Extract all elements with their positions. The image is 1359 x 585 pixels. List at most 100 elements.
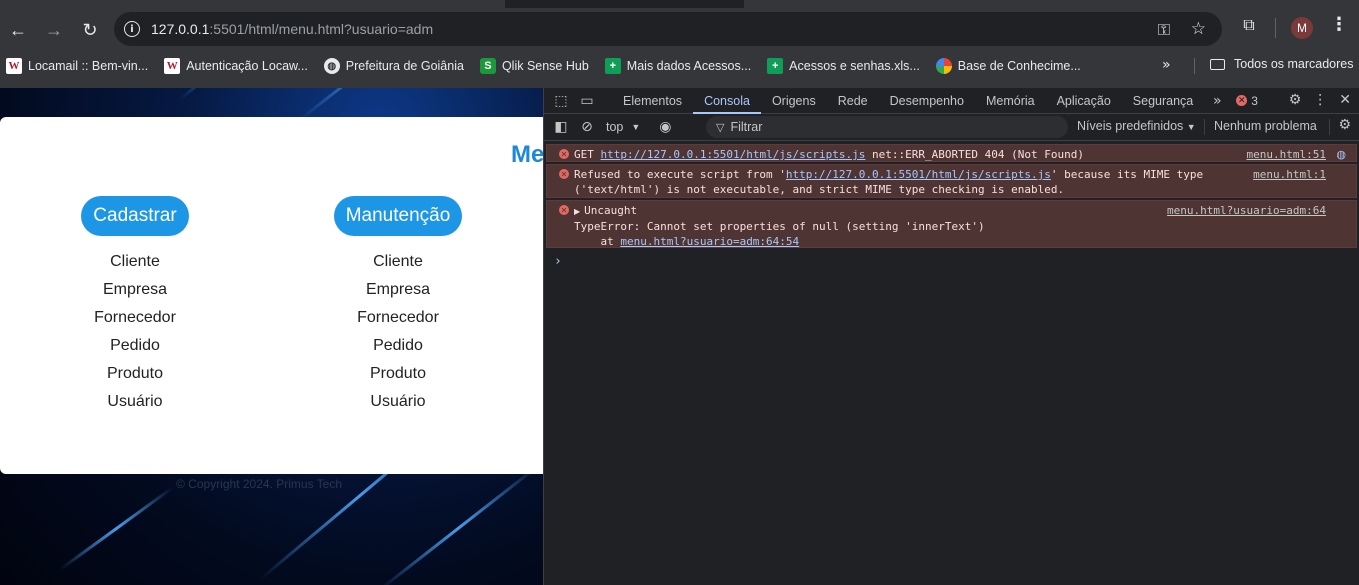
forward-button[interactable]: → <box>36 12 72 48</box>
expand-triangle-icon[interactable]: ▶ <box>574 207 580 216</box>
address-bar[interactable]: i 127.0.0.1:5501/html/menu.html?usuario=… <box>114 12 1222 46</box>
close-icon[interactable]: ✕ <box>1339 92 1351 108</box>
tab-rede[interactable]: Rede <box>827 88 879 114</box>
menu-link[interactable]: Usuário <box>35 388 235 416</box>
tab-memoria[interactable]: Memória <box>975 88 1046 114</box>
eye-icon[interactable]: ◉ <box>652 119 678 135</box>
more-tabs-icon[interactable]: » <box>1204 93 1230 109</box>
clear-console-icon[interactable]: ⊘ <box>574 119 600 135</box>
extensions-icon[interactable]: ⧉ <box>1236 12 1262 38</box>
menu-link[interactable]: Pedido <box>298 332 498 360</box>
error-counter[interactable]: ✕ 3 <box>1236 94 1258 108</box>
menu-link[interactable]: Cliente <box>35 248 235 276</box>
tab-seguranca[interactable]: Segurança <box>1122 88 1204 114</box>
filter-placeholder: Filtrar <box>730 120 763 134</box>
menu-link[interactable]: Empresa <box>298 276 498 304</box>
message-text: ('text/html') is not executable, and str… <box>574 183 1065 196</box>
bookmark-item[interactable]: + Acessos e senhas.xls... <box>767 58 920 74</box>
menu-link[interactable]: Pedido <box>35 332 235 360</box>
bookmark-item[interactable]: S Qlik Sense Hub <box>479 58 589 74</box>
cadastrar-button[interactable]: Cadastrar <box>81 196 189 236</box>
qlik-icon: S <box>479 58 496 74</box>
source-link[interactable]: menu.html:1 <box>1253 167 1326 182</box>
divider <box>1194 58 1195 74</box>
tab-origens[interactable]: Origens <box>761 88 827 114</box>
copyright-text: © Copyright 2024. Primus Tech <box>176 477 343 491</box>
all-bookmarks-button[interactable]: Todos os marcadores <box>1210 57 1354 71</box>
console-error-message: ✕ ▶ Uncaught TypeError: Cannot set proper… <box>546 200 1357 248</box>
bookmark-star-icon[interactable]: ☆ <box>1191 19 1206 39</box>
stack-link[interactable]: menu.html?usuario=adm:64:54 <box>620 235 799 248</box>
message-text: ' because its MIME type <box>1050 168 1204 181</box>
divider <box>1275 18 1276 38</box>
message-text: net::ERR_ABORTED 404 (Not Found) <box>865 148 1084 161</box>
back-button[interactable]: ← <box>0 12 36 48</box>
chevron-double-right-icon[interactable]: » <box>1162 57 1171 73</box>
console-toolbar: ◧ ⊘ top ▼ ◉ ▽ Filtrar Níveis predefinidos … <box>544 114 1359 141</box>
reload-button[interactable]: ↻ <box>72 12 108 48</box>
console-prompt[interactable]: › <box>554 254 1359 269</box>
error-count: 3 <box>1251 93 1258 108</box>
bookmark-item[interactable]: W Locamail :: Bem-vin... <box>6 58 148 74</box>
devtools-menu-icon[interactable]: ⋮ <box>1313 92 1327 108</box>
tab[interactable] <box>0 0 505 8</box>
gear-icon[interactable]: ⚙ <box>1289 92 1302 108</box>
manutencao-button[interactable]: Manutenção <box>333 196 463 236</box>
site-info-icon[interactable]: i <box>124 21 140 37</box>
bookmark-item[interactable]: + Mais dados Acessos... <box>604 58 751 74</box>
log-levels-dropdown[interactable]: Níveis predefinidos ▼ <box>1077 119 1196 133</box>
source-link[interactable]: menu.html:51 <box>1247 147 1326 162</box>
bookmark-item[interactable]: Base de Conhecime... <box>935 58 1081 74</box>
inspect-element-icon[interactable]: ⬚ <box>548 93 574 109</box>
page-title: Me <box>511 141 543 168</box>
filter-input[interactable]: ▽ Filtrar <box>706 116 1068 138</box>
bookmark-label: Base de Conhecime... <box>957 59 1081 73</box>
page-viewport: Me Cadastrar Cliente Empresa Fornecedor … <box>0 88 543 585</box>
url-path: :5501/html/menu.html?usuario=adm <box>209 21 434 37</box>
key-icon[interactable]: ⚿ <box>1158 20 1170 40</box>
error-link[interactable]: http://127.0.0.1:5501/html/js/scripts.js <box>786 168 1051 181</box>
tab-consola[interactable]: Consola <box>693 88 761 114</box>
menu-link[interactable]: Produto <box>298 360 498 388</box>
menu-link[interactable]: Produto <box>35 360 235 388</box>
divider <box>1204 119 1205 135</box>
menu-card: Me Cadastrar Cliente Empresa Fornecedor … <box>0 117 543 474</box>
bookmarks-bar: W Locamail :: Bem-vin... W Autenticação Lo… <box>0 52 1359 80</box>
bookmark-item[interactable]: W Autenticação Locaw... <box>164 58 308 74</box>
context-selector[interactable]: top ▼ <box>606 120 640 134</box>
tab[interactable] <box>744 0 1359 8</box>
menu-link[interactable]: Cliente <box>298 248 498 276</box>
url-host: 127.0.0.1 <box>151 21 210 37</box>
tab-elementos[interactable]: Elementos <box>612 88 693 114</box>
message-text: GET <box>574 148 601 161</box>
menu-link[interactable]: Empresa <box>35 276 235 304</box>
tab-aplicacao[interactable]: Aplicação <box>1046 88 1122 114</box>
bookmark-label: Acessos e senhas.xls... <box>789 59 920 73</box>
chevron-down-icon: ▼ <box>631 122 641 132</box>
bookmark-item[interactable]: ◍ Prefeitura de Goiânia <box>323 58 464 74</box>
source-link[interactable]: menu.html?usuario=adm:64 <box>1167 203 1326 218</box>
message-text: Uncaught <box>584 204 638 217</box>
divider <box>1329 119 1330 135</box>
device-toolbar-icon[interactable]: ▭ <box>574 93 600 109</box>
bookmark-label: Prefeitura de Goiânia <box>345 59 464 73</box>
message-text: at <box>574 235 621 248</box>
issues-button[interactable]: Nenhum problema <box>1214 119 1317 133</box>
sidebar-toggle-icon[interactable]: ◧ <box>548 119 574 135</box>
menu-link[interactable]: Usuário <box>298 388 498 416</box>
error-link[interactable]: http://127.0.0.1:5501/html/js/scripts.js <box>601 148 866 161</box>
menu-link[interactable]: Fornecedor <box>298 304 498 332</box>
error-icon: ✕ <box>559 169 569 179</box>
browser-menu-icon[interactable]: ⋮ <box>1330 14 1348 35</box>
tab-desempenho[interactable]: Desempenho <box>879 88 975 114</box>
browser-chrome: ← → ↻ i 127.0.0.1:5501/html/menu.html?us… <box>0 0 1359 88</box>
console-settings-gear-icon[interactable]: ⚙ <box>1338 117 1351 133</box>
network-globe-icon[interactable]: ◍ <box>1336 147 1346 162</box>
chevron-down-icon: ▼ <box>1186 122 1196 132</box>
drive-icon <box>935 58 952 74</box>
menu-link[interactable]: Fornecedor <box>35 304 235 332</box>
browser-toolbar: ← → ↻ i 127.0.0.1:5501/html/menu.html?us… <box>0 8 1359 52</box>
profile-avatar[interactable]: M <box>1291 17 1313 39</box>
background-streak <box>299 88 475 121</box>
message-text: TypeError: Cannot set properties of null… <box>574 220 985 233</box>
